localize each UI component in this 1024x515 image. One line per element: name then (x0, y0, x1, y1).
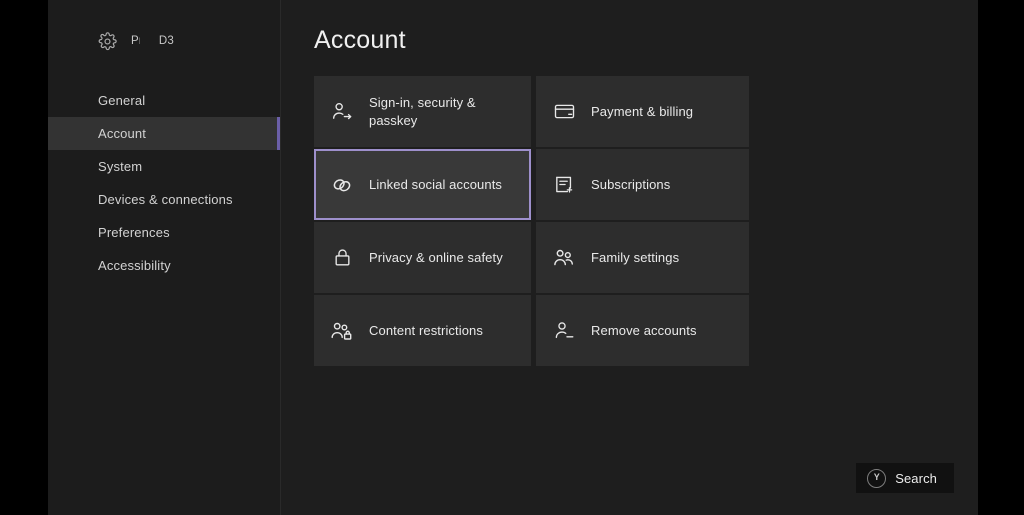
tile-payment-billing[interactable]: Payment & billing (536, 76, 749, 147)
tile-remove-accounts[interactable]: Remove accounts (536, 295, 749, 366)
tile-family-settings[interactable]: Family settings (536, 222, 749, 293)
sidebar-item-accessibility[interactable]: Accessibility (48, 249, 280, 282)
tile-label: Privacy & online safety (369, 249, 503, 265)
document-plus-icon (551, 172, 577, 198)
sidebar-item-label: Preferences (98, 225, 170, 240)
people-lock-icon (329, 318, 355, 344)
people-icon (551, 245, 577, 271)
sidebar-item-account[interactable]: Account (48, 117, 280, 150)
sidebar-item-devices-connections[interactable]: Devices & connections (48, 183, 280, 216)
sidebar-item-label: Devices & connections (98, 192, 233, 207)
letterbox-right (978, 0, 1024, 515)
link-chain-icon (329, 172, 355, 198)
tile-sign-in-security-passkey[interactable]: Sign-in, security & passkey (314, 76, 531, 147)
tile-label: Payment & billing (591, 103, 694, 119)
sidebar-item-general[interactable]: General (48, 84, 280, 117)
tile-linked-social-accounts[interactable]: Linked social accounts (314, 149, 531, 220)
sidebar-header-fragment-2: D3 (158, 35, 175, 47)
sidebar-header: Pr D3 (48, 0, 280, 82)
sidebar-item-preferences[interactable]: Preferences (48, 216, 280, 249)
page-title: Account (314, 26, 406, 54)
sidebar-item-system[interactable]: System (48, 150, 280, 183)
tile-label: Content restrictions (369, 322, 483, 338)
tile-privacy-online-safety[interactable]: Privacy & online safety (314, 222, 531, 293)
gear-icon[interactable] (98, 31, 117, 51)
sidebar: Pr D3 General Account System Devices & c… (48, 0, 281, 515)
tile-label: Family settings (591, 249, 680, 265)
tile-label: Sign-in, security & passkey (369, 95, 476, 128)
person-minus-icon (551, 318, 577, 344)
credit-card-icon (551, 99, 577, 125)
sidebar-header-text: Pr D3 (131, 34, 175, 47)
tile-subscriptions[interactable]: Subscriptions (536, 149, 749, 220)
tile-label: Linked social accounts (369, 176, 502, 192)
sidebar-item-label: General (98, 93, 146, 108)
tile-label: Subscriptions (591, 176, 671, 192)
content-pane: Account Sign-in, security & passkey Paym… (281, 0, 978, 515)
sidebar-header-fragment-1: Pr (131, 34, 145, 47)
sidebar-item-label: System (98, 159, 143, 174)
y-button-icon: Y (867, 468, 887, 488)
sidebar-nav-list: General Account System Devices & connect… (48, 82, 280, 282)
lock-icon (329, 245, 355, 271)
tile-label: Remove accounts (591, 322, 697, 338)
person-arrow-icon (329, 99, 355, 125)
settings-app: Pr D3 General Account System Devices & c… (48, 0, 978, 515)
tile-content-restrictions[interactable]: Content restrictions (314, 295, 531, 366)
screen-root: Pr D3 General Account System Devices & c… (0, 0, 1024, 515)
search-button[interactable]: Y Search (856, 463, 954, 493)
sidebar-item-label: Account (98, 126, 147, 141)
letterbox-left (0, 0, 48, 515)
search-button-label: Search (895, 470, 937, 486)
sidebar-item-label: Accessibility (98, 258, 171, 273)
settings-tile-grid: Sign-in, security & passkey Payment & bi… (314, 76, 751, 366)
